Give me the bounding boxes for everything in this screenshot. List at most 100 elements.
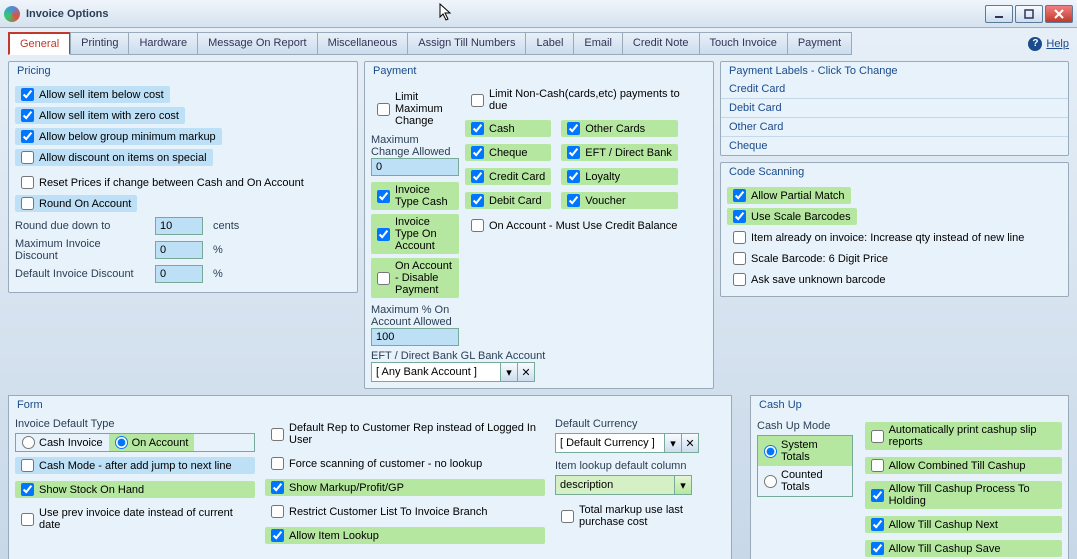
eft-label: EFT / Direct Bank GL Bank Account <box>371 350 707 362</box>
item-already-on-invoice[interactable]: Item already on invoice: Increase qty in… <box>727 229 1030 246</box>
radio-on-account[interactable]: On Account <box>109 434 195 451</box>
max-change-input[interactable] <box>371 158 459 176</box>
tab-email[interactable]: Email <box>573 32 623 55</box>
allow-below-cost[interactable]: Allow sell item below cost <box>15 86 170 103</box>
restrict-cust[interactable]: Restrict Customer List To Invoice Branch <box>265 503 545 520</box>
show-markup[interactable]: Show Markup/Profit/GP <box>265 479 545 496</box>
auto-print-cashup[interactable]: Automatically print cashup slip reports <box>865 422 1062 450</box>
item-lookup-label: Item lookup default column <box>555 460 725 472</box>
max-inv-disc-label: Maximum Invoice Discount <box>15 238 145 262</box>
app-icon <box>4 6 20 22</box>
form-group: Form Invoice Default Type Cash Invoice O… <box>8 395 732 559</box>
close-button[interactable] <box>1045 5 1073 23</box>
cash-mode[interactable]: Cash Mode - after add jump to next line <box>15 457 255 474</box>
pay-loyalty[interactable]: Loyalty <box>561 168 678 185</box>
allow-combined-till[interactable]: Allow Combined Till Cashup <box>865 457 1062 474</box>
cashup-mode-radio[interactable]: System Totals Counted Totals <box>757 435 853 497</box>
max-pct-input[interactable] <box>371 328 459 346</box>
item-lookup-input[interactable] <box>555 475 675 495</box>
code-scanning-group: Code Scanning Allow Partial Match Use Sc… <box>720 162 1069 297</box>
inv-def-type-label: Invoice Default Type <box>15 418 255 430</box>
inv-def-type-radio[interactable]: Cash Invoice On Account <box>15 433 255 452</box>
payment-group: Payment Limit Maximum Change Maximum Cha… <box>364 61 714 389</box>
paylabel-other-card[interactable]: Other Card <box>721 118 1068 137</box>
pay-cash[interactable]: Cash <box>465 120 551 137</box>
pay-eft[interactable]: EFT / Direct Bank <box>561 144 678 161</box>
total-markup[interactable]: Total markup use last purchase cost <box>555 502 725 530</box>
radio-system-totals[interactable]: System Totals <box>758 436 852 466</box>
def-inv-disc-input[interactable] <box>155 265 203 283</box>
pricing-title: Pricing <box>9 62 357 80</box>
tab-assign-till-numbers[interactable]: Assign Till Numbers <box>407 32 526 55</box>
round-on-account[interactable]: Round On Account <box>15 195 137 212</box>
max-inv-disc-input[interactable] <box>155 241 203 259</box>
radio-counted-totals[interactable]: Counted Totals <box>758 466 852 496</box>
pricing-group: Pricing Allow sell item below cost Allow… <box>8 61 358 293</box>
tab-payment[interactable]: Payment <box>787 32 852 55</box>
inv-type-cash[interactable]: Invoice Type Cash <box>371 182 459 210</box>
round-due-label: Round due down to <box>15 220 145 232</box>
allow-cashup-save[interactable]: Allow Till Cashup Save <box>865 540 1062 557</box>
tab-general[interactable]: General <box>8 32 71 55</box>
def-currency-input[interactable] <box>555 433 665 453</box>
tab-touch-invoice[interactable]: Touch Invoice <box>699 32 788 55</box>
def-currency-combo[interactable]: ▾ ✕ <box>555 433 725 453</box>
allow-cashup-next[interactable]: Allow Till Cashup Next <box>865 516 1062 533</box>
clear-icon[interactable]: ✕ <box>517 362 535 382</box>
maximize-button[interactable] <box>1015 5 1043 23</box>
def-currency-label: Default Currency <box>555 418 725 430</box>
paylabel-debit-card[interactable]: Debit Card <box>721 99 1068 118</box>
dropdown-icon[interactable]: ▾ <box>664 433 682 453</box>
default-rep[interactable]: Default Rep to Customer Rep instead of L… <box>265 420 545 448</box>
tab-miscellaneous[interactable]: Miscellaneous <box>317 32 409 55</box>
allow-discount-special[interactable]: Allow discount on items on special <box>15 149 213 166</box>
allow-partial-match[interactable]: Allow Partial Match <box>727 187 851 204</box>
reset-prices[interactable]: Reset Prices if change between Cash and … <box>15 174 310 191</box>
help-link[interactable]: ? Help <box>1028 37 1069 51</box>
tab-label[interactable]: Label <box>525 32 574 55</box>
force-scan[interactable]: Force scanning of customer - no lookup <box>265 455 545 472</box>
tab-credit-note[interactable]: Credit Note <box>622 32 700 55</box>
eft-input[interactable] <box>371 362 501 382</box>
cashup-group: Cash Up Cash Up Mode System Totals Count… <box>750 395 1069 559</box>
scale-6-digit[interactable]: Scale Barcode: 6 Digit Price <box>727 250 894 267</box>
use-prev-date[interactable]: Use prev invoice date instead of current… <box>15 505 255 533</box>
minimize-button[interactable] <box>985 5 1013 23</box>
cashup-mode-label: Cash Up Mode <box>757 420 853 432</box>
paylabel-cheque[interactable]: Cheque <box>721 137 1068 155</box>
item-lookup-combo[interactable]: ▾ <box>555 475 725 495</box>
allow-zero-cost[interactable]: Allow sell item with zero cost <box>15 107 185 124</box>
on-acc-must[interactable]: On Account - Must Use Credit Balance <box>465 217 683 234</box>
pay-debit-card[interactable]: Debit Card <box>465 192 551 209</box>
cashup-title: Cash Up <box>751 396 1068 414</box>
clear-icon[interactable]: ✕ <box>681 433 699 453</box>
allow-lookup[interactable]: Allow Item Lookup <box>265 527 545 544</box>
round-due-input[interactable] <box>155 217 203 235</box>
paylabel-credit-card[interactable]: Credit Card <box>721 80 1068 99</box>
limit-noncash[interactable]: Limit Non-Cash(cards,etc) payments to du… <box>465 86 707 114</box>
ask-save-unknown[interactable]: Ask save unknown barcode <box>727 271 892 288</box>
allow-process-holding[interactable]: Allow Till Cashup Process To Holding <box>865 481 1062 509</box>
inv-type-account[interactable]: Invoice Type On Account <box>371 214 459 254</box>
eft-combo[interactable]: ▾ ✕ <box>371 362 535 382</box>
pay-other-cards[interactable]: Other Cards <box>561 120 678 137</box>
show-stock[interactable]: Show Stock On Hand <box>15 481 255 498</box>
tab-printing[interactable]: Printing <box>70 32 129 55</box>
tab-row: General Printing Hardware Message On Rep… <box>0 28 1077 55</box>
code-scanning-title: Code Scanning <box>721 163 1068 181</box>
pay-voucher[interactable]: Voucher <box>561 192 678 209</box>
def-inv-disc-label: Default Invoice Discount <box>15 268 145 280</box>
limit-max-change[interactable]: Limit Maximum Change <box>371 89 459 129</box>
pay-credit-card[interactable]: Credit Card <box>465 168 551 185</box>
cursor-icon <box>439 3 453 24</box>
radio-cash-invoice[interactable]: Cash Invoice <box>16 434 109 451</box>
dropdown-icon[interactable]: ▾ <box>500 362 518 382</box>
tab-hardware[interactable]: Hardware <box>128 32 198 55</box>
allow-below-markup[interactable]: Allow below group minimum markup <box>15 128 222 145</box>
pay-cheque[interactable]: Cheque <box>465 144 551 161</box>
dropdown-icon[interactable]: ▾ <box>674 475 692 495</box>
on-acc-disable[interactable]: On Account - Disable Payment <box>371 258 459 298</box>
main-content: Pricing Allow sell item below cost Allow… <box>0 55 1077 389</box>
tab-message-on-report[interactable]: Message On Report <box>197 32 317 55</box>
use-scale-barcodes[interactable]: Use Scale Barcodes <box>727 208 857 225</box>
